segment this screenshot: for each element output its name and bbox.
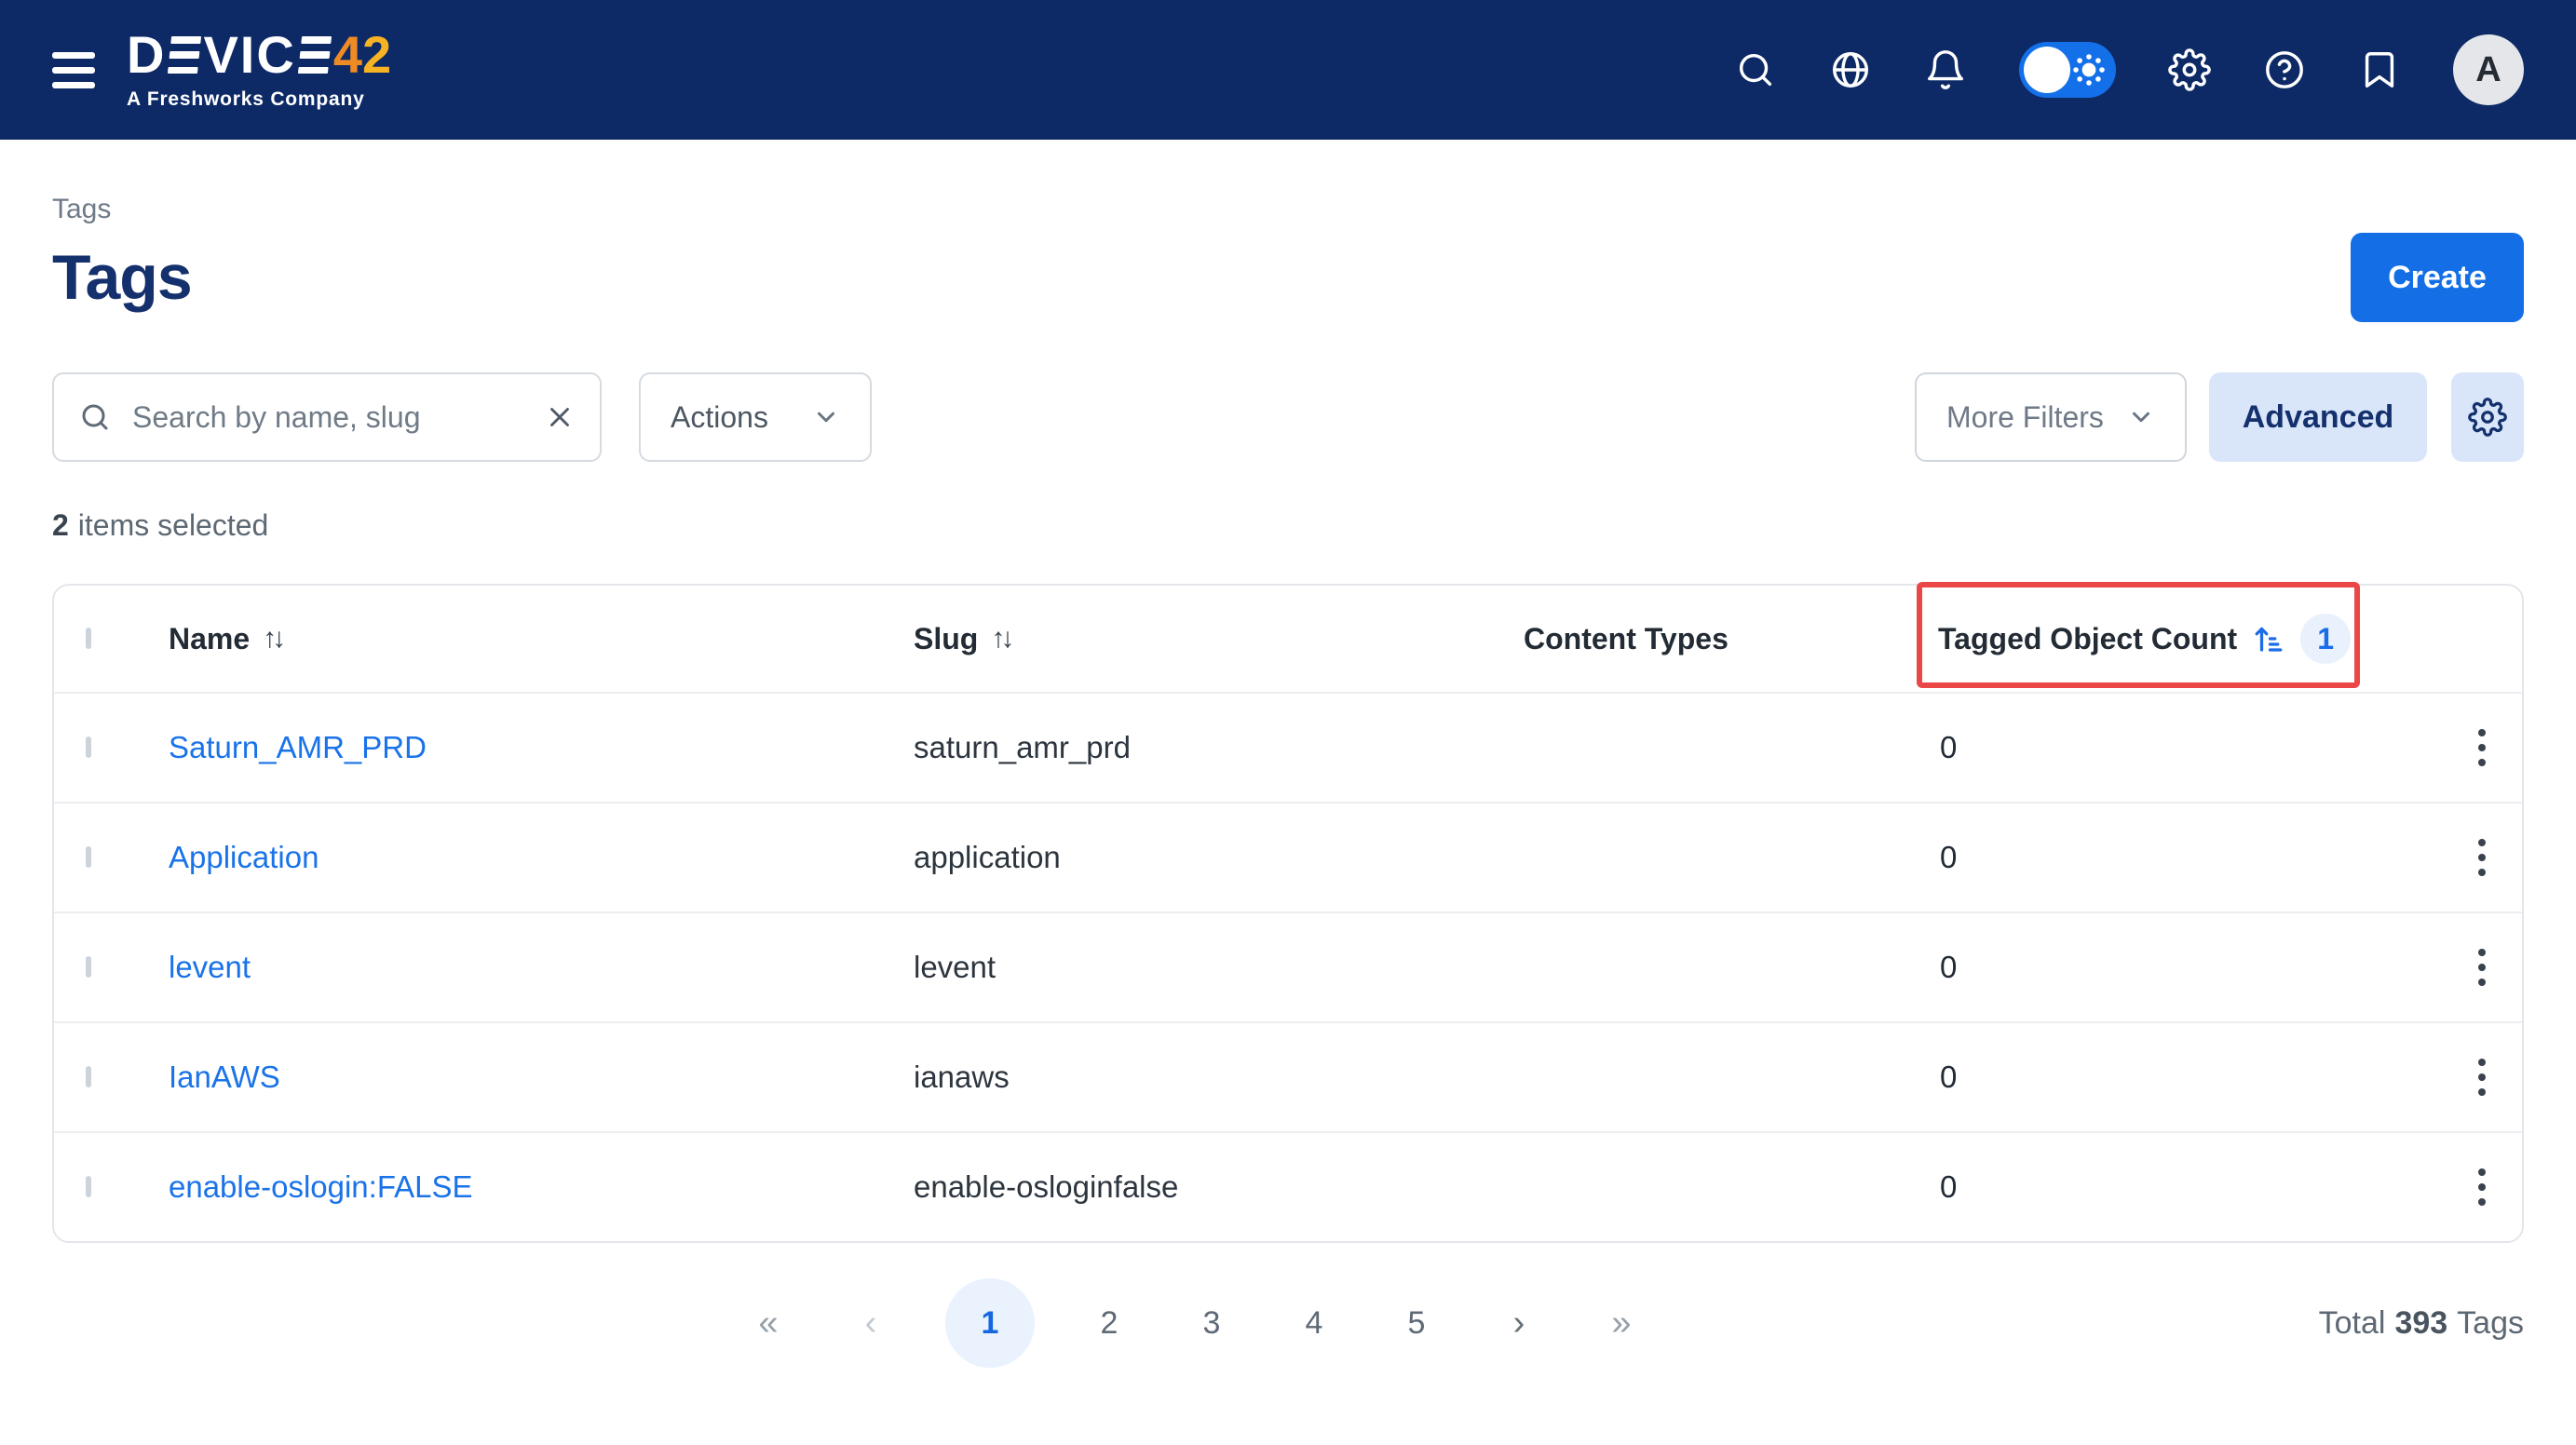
search-box — [52, 372, 602, 462]
sort-ascending-icon[interactable] — [2252, 622, 2285, 655]
column-header-slug[interactable]: Slug ↑↓ — [914, 622, 1524, 656]
advanced-button[interactable]: Advanced — [2209, 372, 2427, 462]
row-menu-kebab-icon[interactable] — [2469, 830, 2495, 885]
pagination-prev-button[interactable]: ‹ — [843, 1278, 899, 1368]
row-menu-kebab-icon[interactable] — [2469, 720, 2495, 776]
pagination-page-4[interactable]: 4 — [1286, 1278, 1342, 1368]
search-icon — [78, 400, 112, 434]
sort-priority-badge: 1 — [2300, 614, 2351, 664]
tag-slug: enable-osloginfalse — [914, 1169, 1178, 1204]
create-button[interactable]: Create — [2351, 233, 2524, 322]
pagination-page-2[interactable]: 2 — [1081, 1278, 1137, 1368]
gear-icon[interactable] — [2168, 48, 2211, 91]
globe-icon[interactable] — [1829, 48, 1872, 91]
logo-digit-2: 2 — [362, 29, 391, 81]
row-menu-kebab-icon[interactable] — [2469, 1159, 2495, 1215]
select-all-checkbox[interactable] — [86, 628, 91, 649]
row-checkbox[interactable] — [86, 736, 91, 758]
pagination-page-3[interactable]: 3 — [1184, 1278, 1240, 1368]
row-checkbox[interactable] — [86, 1066, 91, 1087]
row-checkbox[interactable] — [86, 956, 91, 978]
logo-letter-d: D — [127, 29, 166, 81]
tag-name-link[interactable]: Saturn_AMR_PRD — [169, 730, 427, 764]
logo-tagline: A Freshworks Company — [127, 88, 391, 111]
tag-slug: levent — [914, 950, 996, 984]
row-menu-kebab-icon[interactable] — [2469, 939, 2495, 995]
bell-icon[interactable] — [1924, 48, 1967, 91]
theme-toggle[interactable] — [2019, 42, 2116, 98]
table-row: levent levent 0 — [54, 912, 2522, 1021]
toggle-knob — [2024, 47, 2070, 93]
top-navbar: D VIC 4 2 A Freshworks Company — [0, 0, 2576, 140]
more-filters-dropdown[interactable]: More Filters — [1915, 372, 2187, 462]
tags-table: Name ↑↓ Slug ↑↓ Content Types Tagged Obj… — [52, 584, 2524, 1243]
column-header-tagged-object-count[interactable]: Tagged Object Count 1 — [1938, 614, 2441, 664]
tag-slug: saturn_amr_prd — [914, 730, 1131, 764]
device42-logo[interactable]: D VIC 4 2 A Freshworks Company — [127, 29, 391, 111]
table-header-row: Name ↑↓ Slug ↑↓ Content Types Tagged Obj… — [54, 586, 2522, 692]
search-input[interactable] — [130, 399, 525, 436]
tag-name-link[interactable]: enable-oslogin:FALSE — [169, 1169, 473, 1204]
help-icon[interactable] — [2263, 48, 2306, 91]
column-header-content-types[interactable]: Content Types — [1524, 622, 1938, 656]
sort-icon[interactable]: ↑↓ — [991, 623, 1010, 655]
tagged-object-count: 0 — [1938, 730, 1957, 764]
tag-name-link[interactable]: Application — [169, 840, 319, 874]
pagination-page-1[interactable]: 1 — [945, 1278, 1035, 1368]
page-title: Tags — [52, 241, 192, 314]
pagination: « ‹ 1 2 3 4 5 › » — [740, 1278, 1649, 1368]
hamburger-menu-icon[interactable] — [52, 52, 95, 88]
table-row: IanAWS ianaws 0 — [54, 1021, 2522, 1131]
tag-name-link[interactable]: levent — [169, 950, 251, 984]
tag-name-link[interactable]: IanAWS — [169, 1060, 280, 1094]
logo-letters-vic: VIC — [203, 29, 295, 81]
tagged-object-count: 0 — [1938, 1060, 1957, 1094]
selection-status: 2 items selected — [52, 508, 2524, 543]
tagged-object-count: 0 — [1938, 840, 1957, 874]
tag-slug: application — [914, 840, 1061, 874]
actions-dropdown[interactable]: Actions — [639, 372, 872, 462]
clear-search-icon[interactable] — [544, 401, 576, 433]
pagination-page-5[interactable]: 5 — [1389, 1278, 1444, 1368]
table-row: Saturn_AMR_PRD saturn_amr_prd 0 — [54, 692, 2522, 802]
search-icon[interactable] — [1734, 48, 1777, 91]
pagination-next-button[interactable]: › — [1491, 1278, 1547, 1368]
pagination-last-button[interactable]: » — [1593, 1278, 1649, 1368]
total-count-label: Total 393 Tags — [2319, 1278, 2524, 1368]
tagged-object-count: 0 — [1938, 950, 1957, 984]
avatar[interactable]: A — [2453, 34, 2524, 105]
table-row: Application application 0 — [54, 802, 2522, 912]
column-header-name[interactable]: Name ↑↓ — [169, 622, 914, 656]
tag-slug: ianaws — [914, 1060, 1010, 1094]
chevron-down-icon — [812, 403, 840, 431]
row-checkbox[interactable] — [86, 1176, 91, 1197]
breadcrumb[interactable]: Tags — [52, 194, 2524, 225]
logo-letter-e-bars — [168, 36, 201, 74]
sort-icon[interactable]: ↑↓ — [263, 623, 281, 655]
logo-letter-e-bars — [298, 36, 332, 74]
table-row: enable-oslogin:FALSE enable-osloginfalse… — [54, 1131, 2522, 1241]
avatar-initial: A — [2475, 50, 2501, 90]
bookmark-icon[interactable] — [2358, 48, 2401, 91]
row-checkbox[interactable] — [86, 846, 91, 868]
chevron-down-icon — [2127, 403, 2155, 431]
row-menu-kebab-icon[interactable] — [2469, 1049, 2495, 1105]
gear-icon — [2468, 398, 2507, 437]
logo-digit-4: 4 — [333, 29, 362, 81]
table-settings-button[interactable] — [2451, 372, 2524, 462]
app-root: D VIC 4 2 A Freshworks Company — [0, 0, 2576, 1445]
pagination-first-button[interactable]: « — [740, 1278, 796, 1368]
sun-icon — [2069, 50, 2108, 89]
tagged-object-count: 0 — [1938, 1169, 1957, 1204]
